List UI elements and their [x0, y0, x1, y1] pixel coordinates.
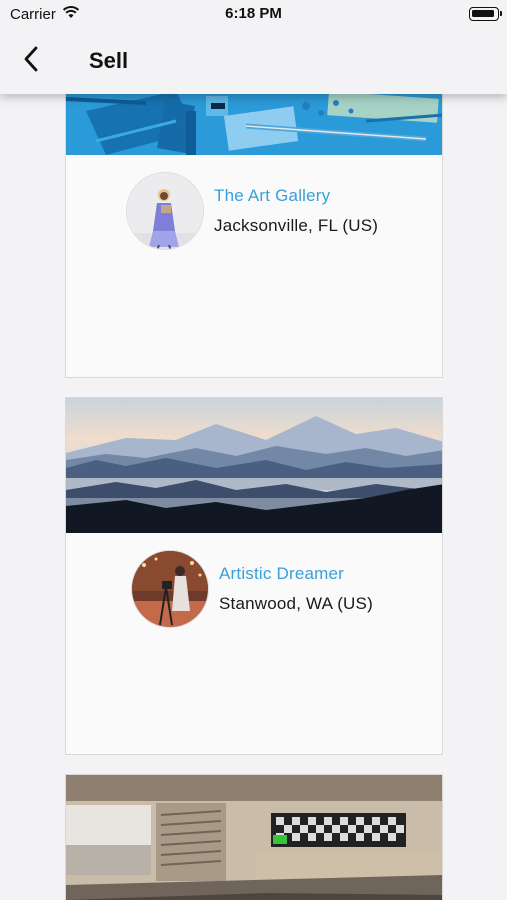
seller-banner-image — [66, 775, 442, 900]
chevron-left-icon — [23, 46, 39, 77]
seller-avatar — [131, 550, 209, 628]
seller-info: The Art Gallery Jacksonville, FL (US) — [126, 172, 378, 250]
seller-avatar — [126, 172, 204, 250]
seller-info: Artistic Dreamer Stanwood, WA (US) — [131, 550, 373, 628]
seller-card[interactable] — [65, 774, 443, 900]
screen: The Art Gallery Jacksonville, FL (US) Ar… — [0, 0, 507, 900]
seller-card-art-gallery[interactable]: The Art Gallery Jacksonville, FL (US) — [65, 50, 443, 378]
seller-location: Stanwood, WA (US) — [219, 594, 373, 613]
back-button[interactable] — [14, 44, 48, 78]
battery-icon — [469, 7, 502, 21]
status-bar: Carrier 6:18 PM — [0, 0, 507, 28]
page-title: Sell — [89, 48, 129, 73]
seller-banner-image — [66, 398, 442, 533]
seller-list[interactable]: The Art Gallery Jacksonville, FL (US) Ar… — [0, 0, 507, 900]
status-time: 6:18 PM — [225, 5, 282, 22]
nav-bar: Sell — [0, 28, 507, 94]
seller-location: Jacksonville, FL (US) — [214, 216, 379, 235]
seller-card-artistic-dreamer[interactable]: Artistic Dreamer Stanwood, WA (US) — [65, 397, 443, 755]
seller-name[interactable]: The Art Gallery — [214, 185, 378, 207]
seller-name[interactable]: Artistic Dreamer — [219, 563, 373, 585]
